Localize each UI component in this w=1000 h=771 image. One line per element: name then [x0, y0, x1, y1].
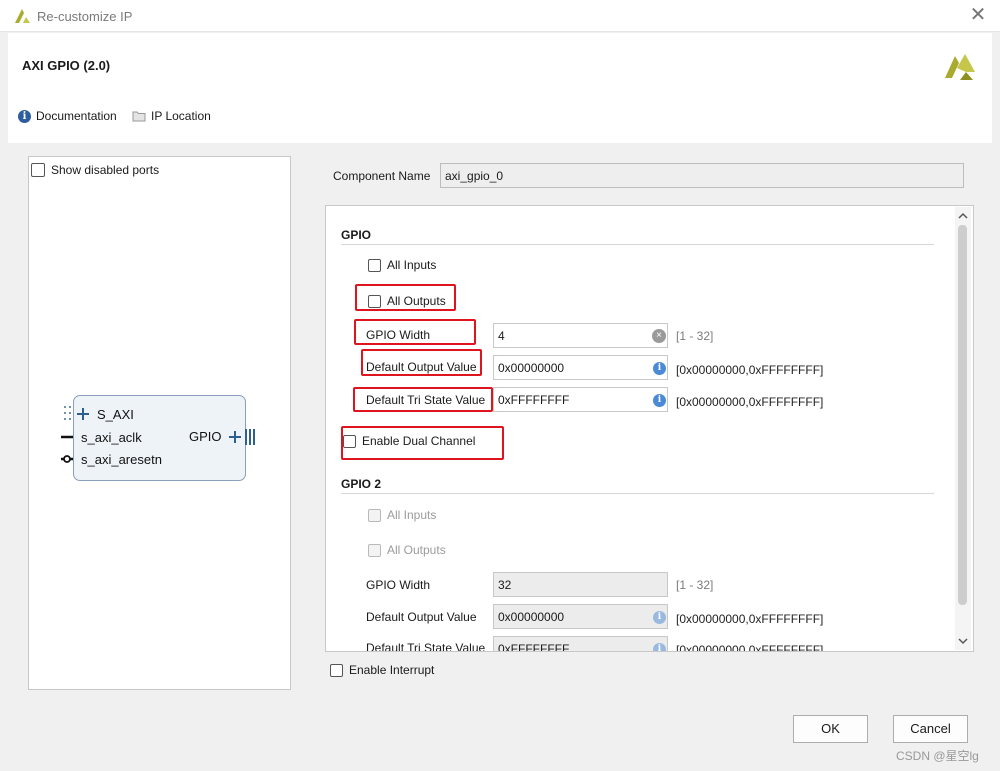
gpio2-width-range: [1 - 32]: [676, 578, 714, 592]
gpio2-width-label: GPIO Width: [366, 578, 431, 592]
port-s-axi-aclk: s_axi_aclk: [81, 430, 142, 445]
port-gpio: GPIO: [189, 429, 222, 444]
gpio2-all-inputs-label: All Inputs: [387, 508, 437, 522]
ip-location-link[interactable]: IP Location: [132, 109, 211, 123]
gpio-all-outputs-checkbox[interactable]: All Outputs: [368, 294, 446, 308]
checkbox-box[interactable]: [368, 543, 381, 557]
gpio2-width-input[interactable]: 32: [493, 572, 668, 597]
gpio-all-outputs-label: All Outputs: [387, 294, 446, 308]
checkbox-box[interactable]: [368, 508, 381, 522]
gpio2-tri-state-label: Default Tri State Value: [366, 641, 486, 651]
clear-icon[interactable]: ×: [652, 329, 666, 343]
tri-state-input[interactable]: 0xFFFFFFFF: [493, 387, 668, 412]
enable-dual-channel-label: Enable Dual Channel: [362, 434, 476, 448]
gpio2-default-output-range: [0x00000000,0xFFFFFFFF]: [676, 612, 824, 626]
header-band: [8, 33, 992, 143]
gpio2-all-outputs-label: All Outputs: [387, 543, 446, 557]
scroll-down-icon[interactable]: [957, 636, 969, 646]
gpio-section-divider: [341, 244, 934, 245]
port-s-axi-aresetn: s_axi_aresetn: [81, 452, 162, 467]
gpio2-tri-state-row-clipped: Default Tri State Value 0xFFFFFFFF i [0x…: [326, 636, 954, 651]
ip-location-label: IP Location: [151, 109, 211, 123]
xilinx-logo-small-icon: [15, 9, 30, 23]
enable-dual-channel-checkbox[interactable]: Enable Dual Channel: [343, 434, 475, 448]
tri-state-value: 0xFFFFFFFF: [498, 393, 570, 407]
gpio2-all-outputs-checkbox[interactable]: All Outputs: [368, 543, 446, 557]
gpio-width-input[interactable]: 4: [493, 323, 668, 348]
watermark: CSDN @星空lg: [896, 749, 979, 763]
scroll-up-icon[interactable]: [957, 211, 969, 221]
component-name-input[interactable]: axi_gpio_0: [440, 163, 964, 188]
gpio-width-label: GPIO Width: [366, 328, 431, 342]
close-icon[interactable]: ✕: [966, 4, 990, 28]
gpio2-all-inputs-checkbox[interactable]: All Inputs: [368, 508, 436, 522]
cancel-button[interactable]: Cancel: [893, 715, 968, 743]
enable-interrupt-checkbox[interactable]: Enable Interrupt: [330, 663, 434, 677]
default-output-input[interactable]: 0x00000000: [493, 355, 668, 380]
gpio-bus-connector: [229, 429, 255, 445]
gpio-width-value: 4: [498, 329, 505, 343]
checkbox-box[interactable]: [368, 294, 381, 308]
gpio2-default-output-label: Default Output Value: [366, 610, 477, 624]
info-icon[interactable]: i: [653, 611, 666, 624]
info-icon[interactable]: i: [653, 394, 666, 407]
checkbox-box[interactable]: [31, 163, 45, 177]
checkbox-box[interactable]: [343, 434, 356, 448]
window-title: Re-customize IP: [37, 9, 133, 24]
show-disabled-ports-label: Show disabled ports: [51, 163, 160, 177]
documentation-label: Documentation: [36, 109, 117, 123]
checkbox-box[interactable]: [330, 663, 343, 677]
gpio-all-inputs-label: All Inputs: [387, 258, 437, 272]
gpio-width-range: [1 - 32]: [676, 329, 714, 343]
ok-button[interactable]: OK: [793, 715, 868, 743]
scrollbar-thumb[interactable]: [958, 225, 967, 605]
gpio2-section-title: GPIO 2: [341, 477, 382, 491]
gpio2-default-output-value: 0x00000000: [498, 610, 565, 624]
info-icon: i: [18, 109, 31, 123]
documentation-link[interactable]: i Documentation: [18, 109, 117, 123]
gpio2-tri-state-value: 0xFFFFFFFF: [498, 642, 570, 651]
info-icon[interactable]: i: [653, 643, 666, 651]
enable-interrupt-label: Enable Interrupt: [349, 663, 435, 677]
default-output-label: Default Output Value: [366, 360, 477, 374]
default-output-value: 0x00000000: [498, 361, 565, 375]
gpio2-section-divider: [341, 493, 934, 494]
gpio2-default-output-input[interactable]: 0x00000000: [493, 604, 668, 629]
title-bar: [0, 0, 1000, 32]
default-output-range: [0x00000000,0xFFFFFFFF]: [676, 363, 824, 377]
ip-title: AXI GPIO (2.0): [22, 58, 111, 73]
folder-icon: [132, 111, 146, 122]
gpio-all-inputs-checkbox[interactable]: All Inputs: [368, 258, 436, 272]
gpio2-tri-state-range: [0x00000000,0xFFFFFFFF]: [676, 643, 824, 651]
info-icon[interactable]: i: [653, 362, 666, 375]
show-disabled-ports-checkbox[interactable]: Show disabled ports: [31, 163, 159, 177]
gpio-section-title: GPIO: [341, 228, 372, 242]
gpio2-width-value: 32: [498, 578, 512, 592]
component-name-label: Component Name: [333, 169, 431, 183]
xilinx-logo-icon: [945, 54, 975, 80]
port-s-axi: S_AXI: [97, 407, 134, 422]
tri-state-range: [0x00000000,0xFFFFFFFF]: [676, 395, 824, 409]
tri-state-label: Default Tri State Value: [366, 393, 486, 407]
gpio2-tri-state-input[interactable]: 0xFFFFFFFF: [493, 636, 668, 651]
checkbox-box[interactable]: [368, 258, 381, 272]
